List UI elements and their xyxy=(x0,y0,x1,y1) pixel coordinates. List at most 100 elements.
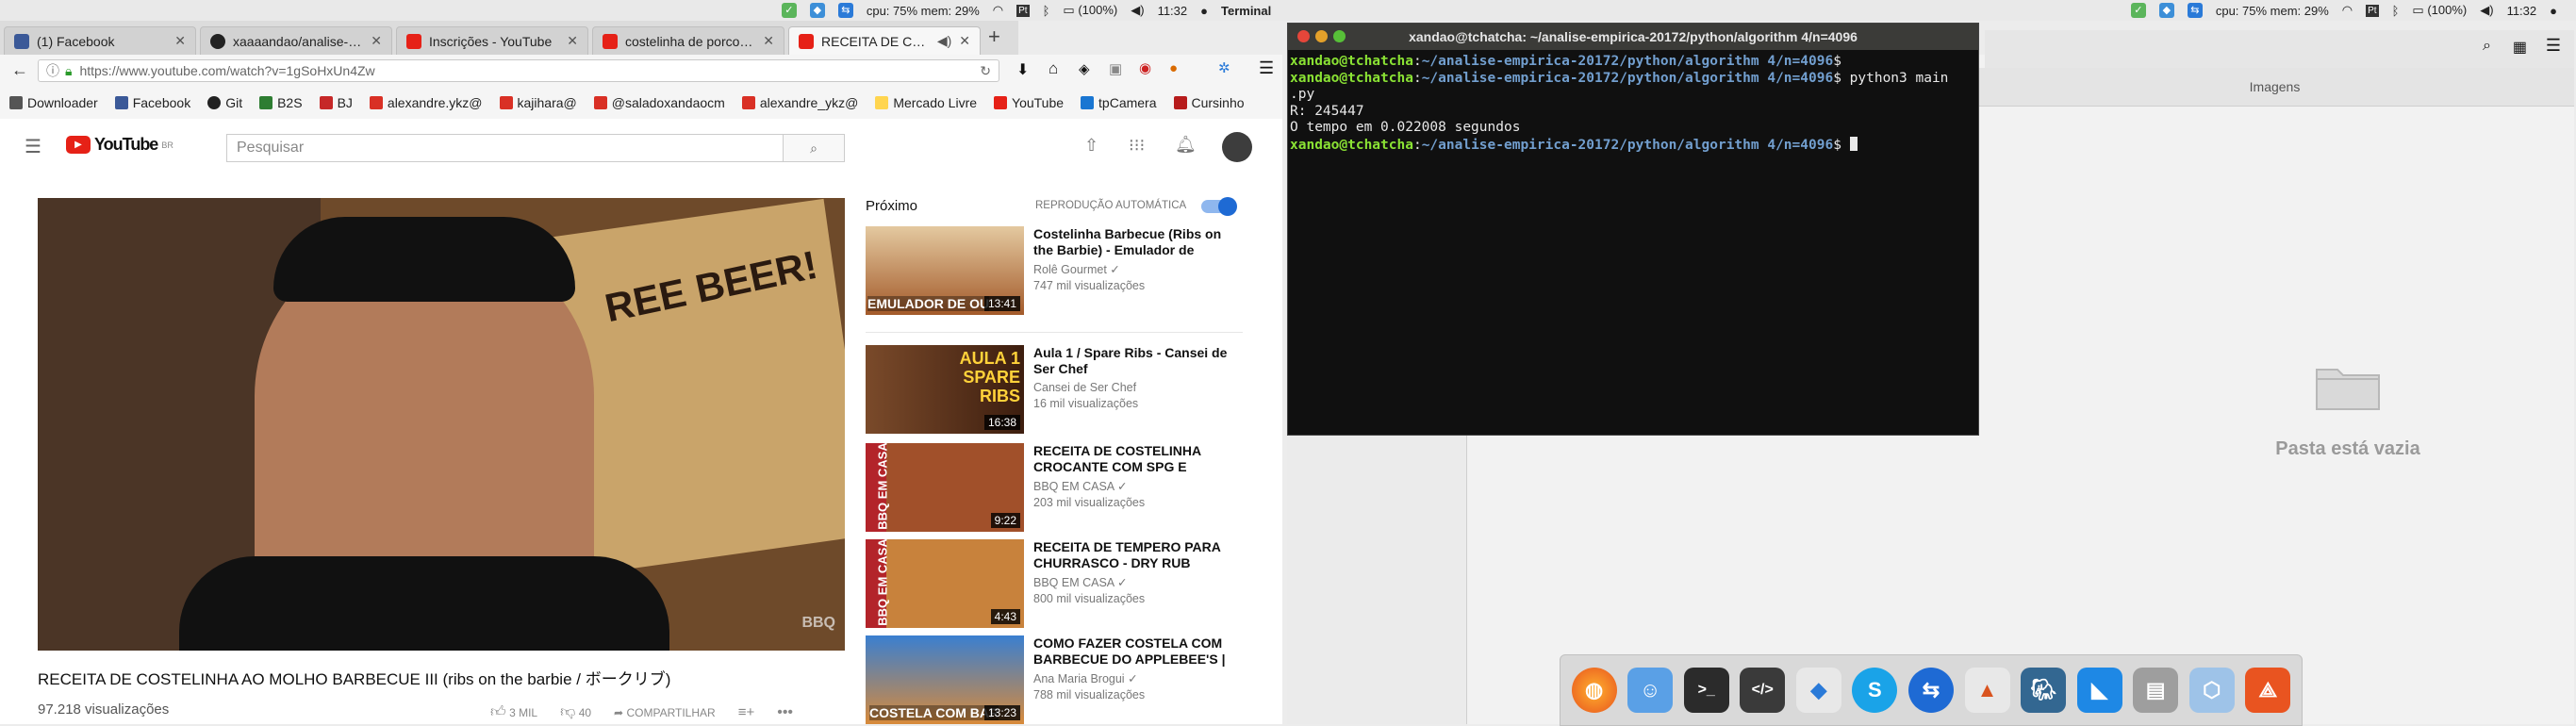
video-title[interactable]: Aula 1 / Spare Ribs - Cansei de Ser Chef xyxy=(1033,345,1231,377)
video-thumbnail[interactable]: BBQ EM CASA 4:43 xyxy=(866,538,1024,628)
cpu-mem-indicator[interactable]: cpu: 75% mem: 29% xyxy=(867,4,980,18)
teamviewer-tray-icon[interactable]: ⇆ xyxy=(837,3,853,18)
terminal-titlebar[interactable]: xandao@tchatcha: ~/analise-empirica-2017… xyxy=(1288,24,1978,50)
ubuntu-software-icon[interactable]: ⟁ xyxy=(2245,668,2291,713)
teamviewer-icon[interactable]: ⇆ xyxy=(1907,668,1954,713)
apple-menu-icon[interactable]: ● xyxy=(2550,4,2557,18)
search-input[interactable]: Pesquisar xyxy=(227,135,783,161)
search-button[interactable]: ⌕ xyxy=(783,135,844,161)
terminal-output[interactable]: xandao@tchatcha:~/analise-empirica-20172… xyxy=(1288,50,1978,157)
more-options-icon[interactable]: ••• xyxy=(777,704,793,721)
dropbox-tray-icon[interactable]: ◆ xyxy=(809,3,825,18)
bookmark-facebook[interactable]: Facebook xyxy=(114,95,190,110)
extension-icon[interactable]: ◉ xyxy=(1139,59,1151,76)
maximize-window-button[interactable] xyxy=(1333,30,1346,42)
wifi-icon[interactable]: ◠ xyxy=(993,3,1003,18)
close-window-button[interactable] xyxy=(1297,30,1310,42)
video-title[interactable]: RECEITA DE TEMPERO PARA CHURRASCO - DRY … xyxy=(1033,539,1231,571)
code-editor-icon[interactable]: </> xyxy=(1740,668,1786,713)
like-button[interactable]: 👍︎ 3 MIL xyxy=(490,703,537,721)
bookmark-mercado-livre[interactable]: Mercado Livre xyxy=(875,95,977,110)
status-green-icon[interactable]: ✓ xyxy=(2130,3,2146,18)
tab-images[interactable]: Imagens xyxy=(1975,68,2574,106)
home-icon[interactable]: ⌂ xyxy=(1049,59,1058,78)
battery-indicator[interactable]: ▭ (100%) xyxy=(1063,3,1117,18)
channel-name[interactable]: Rolê Gourmet ✓ xyxy=(1033,262,1231,276)
skype-icon[interactable]: S xyxy=(1852,668,1898,713)
info-icon[interactable]: ⓘ xyxy=(46,61,59,80)
bluetooth-icon[interactable]: ᛒ xyxy=(2392,4,2400,18)
close-tab-icon[interactable]: ✕ xyxy=(959,33,970,49)
bookmark-gmail-1[interactable]: alexandre.ykz@ xyxy=(369,95,483,110)
avatar[interactable] xyxy=(1222,132,1252,162)
video-thumbnail[interactable]: BBQ EM CASA 9:22 xyxy=(866,442,1024,532)
extension-icon[interactable]: ▣ xyxy=(1109,60,1122,77)
suggested-video[interactable]: EMULADOR DE OU 13:41 Costelinha Barbecue… xyxy=(866,226,1231,315)
suggested-video[interactable]: AULA 1 SPARE RIBS 16:38 Aula 1 / Spare R… xyxy=(866,345,1231,434)
channel-name[interactable]: BBQ EM CASA ✓ xyxy=(1033,575,1231,589)
wifi-icon[interactable]: ◠ xyxy=(2342,3,2353,18)
apps-icon[interactable]: ⁝⁝⁝ xyxy=(1129,136,1145,156)
close-tab-icon[interactable]: ✕ xyxy=(371,33,382,49)
new-tab-button[interactable]: + xyxy=(988,25,1000,49)
close-tab-icon[interactable]: ✕ xyxy=(174,33,186,49)
cpu-mem-indicator[interactable]: cpu: 75% mem: 29% xyxy=(2216,4,2329,18)
video-title[interactable]: RECEITA DE COSTELINHA CROCANTE COM SPG E… xyxy=(1033,443,1231,475)
channel-name[interactable]: BBQ EM CASA ✓ xyxy=(1033,479,1231,493)
autoplay-toggle[interactable] xyxy=(1201,197,1237,216)
search-icon[interactable]: ⌕ xyxy=(2483,38,2491,55)
postgres-icon[interactable]: 🐘︎ xyxy=(2021,668,2067,713)
add-to-playlist-icon[interactable]: ≡+ xyxy=(738,704,755,720)
tab-github[interactable]: xaaaandao/analise-em ✕ xyxy=(200,26,392,55)
audio-icon[interactable]: ◀) xyxy=(937,33,951,49)
suggested-video[interactable]: BBQ EM CASA 4:43 RECEITA DE TEMPERO PARA… xyxy=(866,538,1231,628)
virtualbox-icon[interactable]: ⬡ xyxy=(2188,668,2235,713)
notifications-icon[interactable]: 🔔︎ xyxy=(1175,135,1197,155)
back-icon[interactable]: ← xyxy=(11,60,28,80)
pt-keyboard-icon[interactable]: Pt xyxy=(2366,4,2379,17)
channel-name[interactable]: Cansei de Ser Chef xyxy=(1033,381,1231,394)
volume-icon[interactable]: ◀) xyxy=(1131,3,1144,18)
mysql-workbench-icon[interactable]: ◣ xyxy=(2076,668,2122,713)
volume-icon[interactable]: ◀) xyxy=(2480,3,2493,18)
extension-icon[interactable]: ◈ xyxy=(1079,60,1090,77)
dropbox-icon[interactable]: ◆ xyxy=(1795,668,1841,713)
extension-icon[interactable]: ✲ xyxy=(1218,59,1230,76)
battery-indicator[interactable]: ▭ (100%) xyxy=(2412,3,2467,18)
suggested-video[interactable]: BBQ EM CASA 9:22 RECEITA DE COSTELINHA C… xyxy=(866,442,1231,532)
pt-keyboard-icon[interactable]: Pt xyxy=(1016,4,1030,17)
address-bar[interactable]: ⓘ 🔒︎ https://www.youtube.com/watch?v=1gS… xyxy=(38,59,999,82)
close-tab-icon[interactable]: ✕ xyxy=(763,33,774,49)
bookmark-youtube[interactable]: YouTube xyxy=(994,95,1064,110)
bookmark-bj[interactable]: BJ xyxy=(319,95,353,110)
reload-icon[interactable]: ↻ xyxy=(980,63,991,79)
menu-icon[interactable]: ☰ xyxy=(2546,36,2561,56)
hamburger-menu-icon[interactable]: ☰ xyxy=(25,135,41,158)
menu-icon[interactable]: ☰ xyxy=(1259,58,1274,78)
video-title[interactable]: COMO FAZER COSTELA COM BARBECUE DO APPLE… xyxy=(1033,635,1231,668)
video-title[interactable]: Costelinha Barbecue (Ribs on the Barbie)… xyxy=(1033,226,1231,258)
suggested-video[interactable]: COSTELA COM BAR 13:23 COMO FAZER COSTELA… xyxy=(866,635,1231,724)
apple-menu-icon[interactable]: ● xyxy=(1200,4,1208,18)
clock[interactable]: 11:32 xyxy=(1158,4,1188,18)
minimize-window-button[interactable] xyxy=(1315,30,1328,42)
video-thumbnail[interactable]: EMULADOR DE OU 13:41 xyxy=(866,226,1024,315)
close-tab-icon[interactable]: ✕ xyxy=(567,33,578,49)
bookmark-gmail-2[interactable]: kajihara@ xyxy=(499,95,577,110)
bluetooth-icon[interactable]: ᛒ xyxy=(1043,4,1050,18)
dropbox-tray-icon[interactable]: ◆ xyxy=(2158,3,2174,18)
tab-youtube-video[interactable]: RECEITA DE COSTEL ◀) ✕ xyxy=(788,26,981,55)
video-thumbnail[interactable]: COSTELA COM BAR 13:23 xyxy=(866,635,1024,724)
terminal-icon[interactable]: >_ xyxy=(1683,668,1729,713)
bookmark-gmail-3[interactable]: @saladoxandaocm xyxy=(593,95,725,110)
bookmark-tpcamera[interactable]: tpCamera xyxy=(1081,95,1157,110)
terminal-window[interactable]: xandao@tchatcha: ~/analise-empirica-2017… xyxy=(1287,23,1979,436)
video-thumbnail[interactable]: AULA 1 SPARE RIBS 16:38 xyxy=(866,345,1024,434)
upload-icon[interactable]: ⇧ xyxy=(1084,136,1098,156)
matlab-icon[interactable]: ▲ xyxy=(1964,668,2010,713)
disk-icon[interactable]: ▤ xyxy=(2133,668,2179,713)
bookmark-gmail-4[interactable]: alexandre_ykz@ xyxy=(741,95,858,110)
finder-icon[interactable]: ☺ xyxy=(1627,668,1674,713)
bookmark-b2s[interactable]: B2S xyxy=(259,95,303,110)
share-button[interactable]: ➦ COMPARTILHAR xyxy=(614,706,716,719)
